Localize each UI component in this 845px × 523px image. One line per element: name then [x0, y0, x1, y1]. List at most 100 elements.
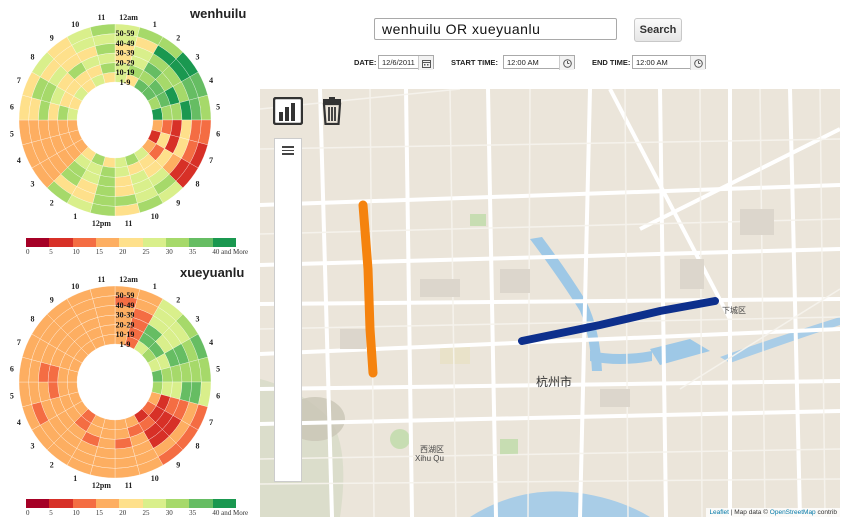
calendar-icon[interactable] — [418, 56, 433, 70]
ring-label: 30-39 — [116, 49, 135, 58]
legend-label: 25 — [142, 248, 150, 256]
legend-swatch — [95, 238, 120, 247]
clock-icon[interactable] — [690, 56, 705, 70]
legend-swatch — [212, 238, 236, 247]
hour-label: 1 — [73, 212, 77, 221]
hour-label: 4 — [17, 418, 21, 427]
heat-cell — [160, 119, 173, 136]
legend-swatch — [142, 499, 166, 508]
legend-label: 35 — [189, 248, 197, 256]
heat-cell — [99, 324, 116, 337]
hour-label: 4 — [17, 156, 21, 165]
hour-label: 11 — [125, 219, 133, 228]
leaflet-link[interactable]: Leaflet — [709, 509, 729, 516]
radial-chart-wenhuilu: 12am 1 2 3 4 5 6 7 8 9 10 11 12pm 1 2 3 4 5 6 7 8 9 10 11 50-594… — [10, 14, 220, 228]
legend-swatch — [26, 238, 50, 247]
hour-label: 4 — [209, 76, 213, 85]
hour-label: 10 — [151, 212, 159, 221]
legend-swatch — [189, 499, 213, 508]
ring-label: 40-49 — [116, 301, 135, 310]
hour-label: 7 — [17, 76, 21, 85]
hour-label: 12pm — [92, 481, 111, 490]
legend-swatch — [119, 238, 143, 247]
legend-swatch — [119, 499, 143, 508]
legend-swatch — [49, 499, 73, 508]
legend-wenhuilu: 0 5 10 15 20 25 30 35 40 and More — [26, 238, 262, 257]
heat-cell — [114, 165, 131, 178]
osm-link[interactable]: OpenStreetMap — [770, 509, 816, 516]
hour-label: 12am — [119, 14, 138, 22]
bar-chart-icon[interactable] — [272, 96, 304, 126]
hamburger-menu-icon[interactable] — [282, 146, 294, 155]
legend-swatch — [212, 499, 236, 508]
legend-label: 15 — [95, 509, 103, 517]
start-time-value: 12:00 AM — [507, 58, 539, 67]
search-input[interactable]: wenhuilu OR xueyuanlu — [374, 18, 617, 40]
heat-cell — [160, 366, 173, 383]
legend-swatch — [165, 499, 190, 508]
end-time-label: END TIME: — [592, 58, 631, 67]
legend-xueyuanlu: 0 5 10 15 20 25 30 35 40 and More — [26, 499, 262, 518]
date-label: DATE: — [354, 58, 377, 67]
search-button[interactable]: Search — [634, 18, 682, 42]
hour-label: 5 — [216, 102, 220, 111]
left-panel: wenhuilu 12am 1 2 3 4 5 6 7 8 9 10 11 12pm 1 2 3 4 5 6 7 8 9 1… — [0, 0, 258, 523]
legend-label: 40 and More — [212, 248, 249, 256]
heat-cell — [160, 104, 173, 121]
legend-label: 5 — [49, 509, 53, 517]
hour-label: 10 — [71, 282, 79, 291]
legend-label: 0 — [26, 509, 30, 517]
legend-color-bar — [26, 499, 236, 508]
hour-label: 8 — [30, 315, 34, 324]
hour-label: 7 — [17, 338, 21, 347]
hour-label: 1 — [73, 474, 77, 483]
map-view[interactable]: 杭州市 下城区 西湖区 Xihu Qu Leaflet | Map data ©… — [260, 89, 840, 517]
hour-label: 9 — [50, 33, 54, 42]
legend-swatch — [26, 499, 50, 508]
hour-label: 6 — [10, 364, 14, 373]
map-tiles[interactable] — [260, 89, 840, 517]
hour-label: 9 — [176, 461, 180, 470]
start-time-label: START TIME: — [451, 58, 498, 67]
hour-label: 7 — [209, 418, 213, 427]
legend-color-bar — [26, 238, 236, 247]
legend-label: 25 — [142, 509, 150, 517]
hour-label: 8 — [30, 53, 34, 62]
start-time-field[interactable]: 12:00 AM — [503, 55, 575, 70]
trash-icon[interactable] — [320, 97, 344, 126]
hour-label: 12am — [119, 276, 138, 284]
search-header: wenhuilu OR xueyuanlu Search DATE: 12/6/… — [258, 0, 845, 85]
legend-label: 20 — [119, 248, 127, 256]
end-time-field[interactable]: 12:00 AM — [632, 55, 706, 70]
attribution-tail: contrib — [815, 509, 837, 516]
legend-label: 0 — [26, 248, 30, 256]
legend-label: 15 — [95, 248, 103, 256]
clock-icon[interactable] — [559, 56, 574, 70]
legend-labels: 0 5 10 15 20 25 30 35 40 and More — [26, 247, 262, 257]
legend-swatch — [72, 499, 96, 508]
legend-label: 30 — [165, 248, 173, 256]
hour-label: 3 — [30, 179, 34, 188]
ring-label: 1-9 — [120, 78, 131, 87]
heat-cell — [99, 427, 116, 440]
ring-label: 10-19 — [116, 68, 135, 77]
legend-label: 20 — [119, 509, 127, 517]
hour-label: 4 — [209, 338, 213, 347]
map-xihu-label-en: Xihu Qu — [415, 454, 444, 463]
hour-label: 2 — [176, 295, 180, 304]
hour-label: 9 — [50, 295, 54, 304]
date-field[interactable]: 12/6/2011 — [378, 55, 434, 70]
heat-cell — [57, 381, 70, 398]
legend-swatch — [95, 499, 120, 508]
hour-label: 5 — [10, 392, 14, 401]
legend-swatch — [189, 238, 213, 247]
hour-label: 6 — [216, 130, 220, 139]
heat-cell — [99, 62, 116, 75]
ring-label: 1-9 — [120, 340, 131, 349]
hour-label: 11 — [98, 276, 106, 284]
legend-swatch — [142, 238, 166, 247]
legend-swatch — [49, 238, 73, 247]
ring-label: 10-19 — [116, 330, 135, 339]
side-panel[interactable] — [274, 138, 302, 482]
legend-label: 5 — [49, 248, 53, 256]
